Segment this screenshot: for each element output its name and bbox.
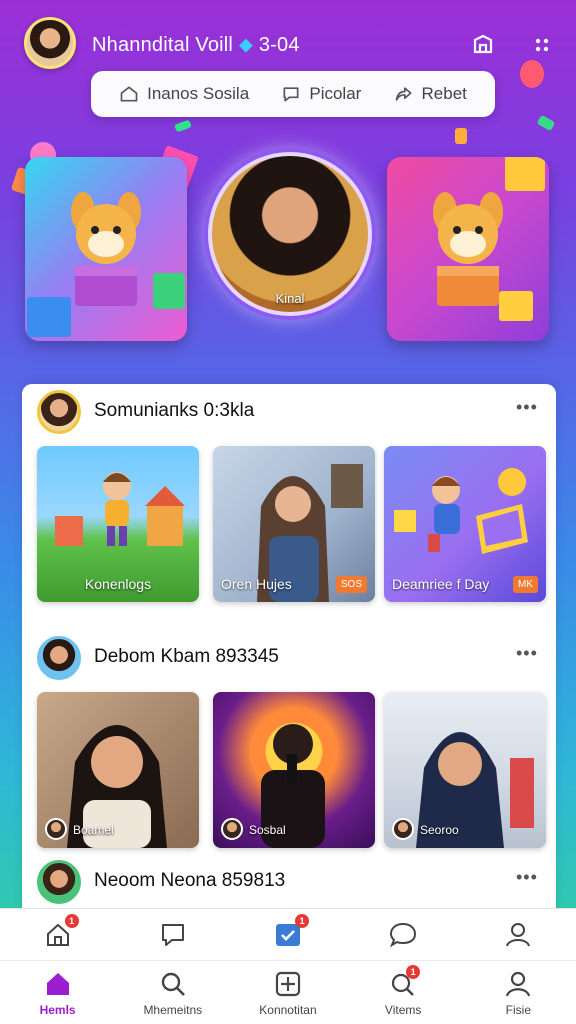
nav-notifications[interactable]: 1 Vitems [348,961,458,1017]
cube-decoration [153,273,185,309]
quick-action-label: Inanos Sosila [147,84,250,103]
home-outline-icon [120,86,138,102]
post-avatar[interactable] [37,636,81,680]
secondary-action-bar: 1 1 [0,908,576,960]
nav-home[interactable]: Hemls [3,961,113,1017]
nav-create[interactable]: Konnotitan [233,961,343,1017]
nav-label: Fisie [505,1003,532,1017]
sparkle-icon: ⬥ [238,34,254,56]
nav-label: Vitems [384,1003,422,1017]
more-options-icon[interactable]: ••• [516,644,540,662]
cube-decoration [27,297,71,337]
confetti-decoration [174,119,192,133]
nav-label: Hemls [39,1003,76,1017]
quick-action-label: Rebet [421,84,467,103]
inbox-icon[interactable] [471,33,497,59]
add-square-icon [275,971,301,997]
post-header: Somuniaпks 0:3kla ••• [22,386,556,436]
nav-label: Konnotitan [259,1003,317,1017]
media-tile[interactable]: Konenlogs [37,446,199,602]
post-author-name[interactable]: Debom Kbam 893345 [94,646,279,668]
home-tab-icon[interactable]: 1 [43,913,79,950]
cube-decoration [505,157,545,191]
hero-tile-right[interactable] [387,157,549,341]
post-header: Debom Kbam 893345 ••• [22,632,556,682]
media-caption: Sosbal [249,823,286,837]
cube-decoration [499,291,533,321]
nav-search[interactable]: Mhemeitns [118,961,228,1017]
media-tile[interactable]: Sosbal [213,692,375,848]
media-caption: Boamel [73,823,114,837]
page-title: Nhanndital Voill ⬥ 3-04 [92,34,300,56]
profile-icon [506,971,531,997]
media-tile[interactable]: Deamriee f Day MK [384,446,546,602]
media-tile[interactable]: Oren Hujes SOS [213,446,375,602]
quick-actions-bar: Inanos Sosila Picolar Rebet [91,71,495,117]
media-badge: SOS [335,576,367,593]
bottom-navigation: Hemls Mhemeitns Konnotitan 1 Vitems Fisi… [0,960,576,1024]
notification-badge: 1 [294,913,309,928]
title-suffix: 3-04 [258,34,300,56]
confetti-decoration [536,114,556,132]
nav-profile[interactable]: Fisie [463,961,573,1017]
more-options-icon[interactable]: ••• [516,868,540,886]
calendar-check-icon[interactable]: 1 [273,913,309,950]
media-caption: Konenlogs [84,576,152,592]
chat-bubble-icon [283,87,299,102]
media-user-avatar [392,818,414,840]
app-header: Nhanndital Voill ⬥ 3-04 Inanos Sosila Pi… [0,0,576,117]
grid-menu-icon[interactable] [533,36,551,54]
quick-action-chat[interactable]: Picolar [281,84,361,104]
notification-badge: 1 [64,913,79,928]
media-caption: Seoroo [420,823,459,837]
featured-caption: Kinal [275,291,305,306]
home-icon [46,973,69,995]
quick-action-home[interactable]: Inanos Sosila [119,84,249,104]
quick-action-label: Picolar [309,84,362,103]
profile-avatar[interactable] [24,17,76,69]
featured-live-avatar[interactable]: Kinal [208,152,372,316]
hero-tile-left[interactable] [25,157,187,341]
more-options-icon[interactable]: ••• [516,398,540,416]
cartoon-kid-illustration [55,472,185,546]
post-avatar[interactable] [37,390,81,434]
media-user-avatar [221,818,243,840]
post-header: Neoom Neona 859813 ••• [22,856,556,906]
media-user-avatar [45,818,67,840]
media-tile[interactable]: Boamel [37,692,199,848]
confetti-decoration [520,60,544,88]
feed-card: Somuniaпks 0:3kla ••• Konenlogs Oren Huj… [22,384,556,924]
user-outline-icon[interactable] [503,920,533,950]
post-author-name[interactable]: Somuniaпks 0:3kla [94,400,254,422]
post-author-name[interactable]: Neoom Neona 859813 [94,870,285,892]
message-bubble-icon[interactable] [388,920,418,950]
media-badge: MK [513,576,538,593]
share-arrow-icon [395,87,412,101]
search-icon [161,972,185,996]
quick-action-share[interactable]: Rebet [394,84,467,104]
comment-tab-icon[interactable] [158,920,188,950]
media-tile[interactable]: Seoroo [384,692,546,848]
confetti-decoration [455,128,467,144]
post-avatar[interactable] [37,860,81,904]
mascot-illustration [71,192,141,306]
nav-label: Mhemeitns [143,1003,203,1017]
